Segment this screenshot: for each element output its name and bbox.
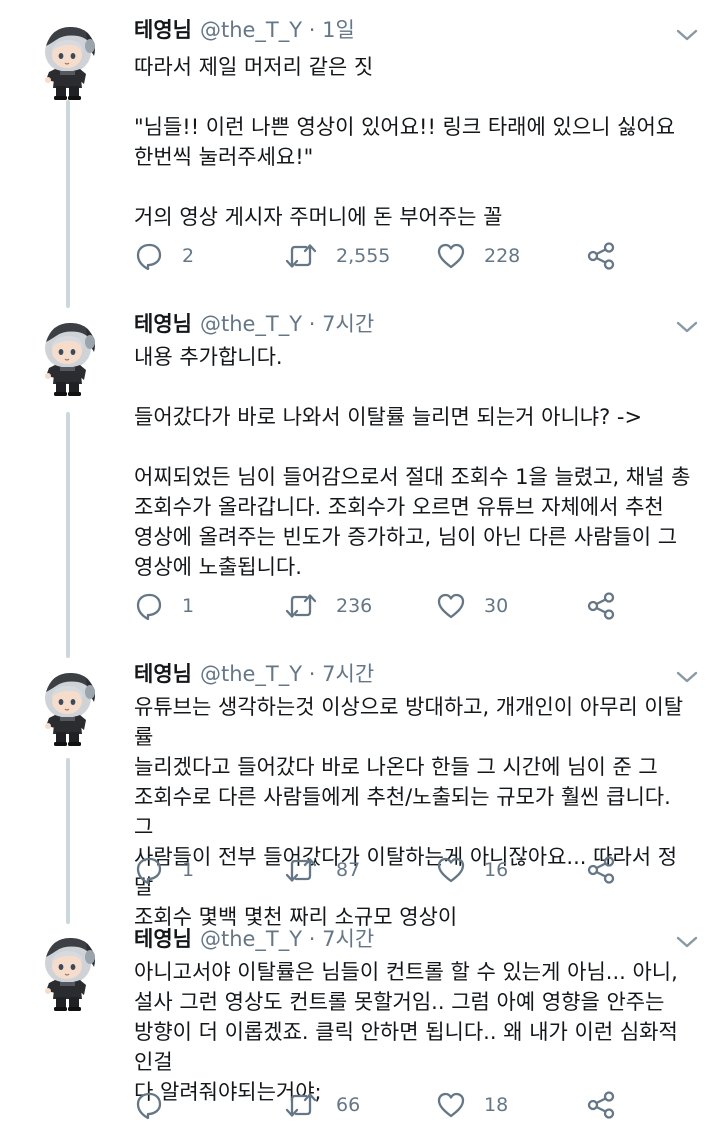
reply-count: 2 [182,245,195,267]
tweet-line: "님들!! 이런 나쁜 영상이 있어요!! 링크 타래에 있으니 싫어요 [134,115,676,139]
retweet-count: 2,555 [336,245,391,267]
reply-icon [134,591,164,621]
share-button[interactable] [586,1088,616,1122]
tweet-text: 내용 추가합니다. 들어갔다가 바로 나와서 이탈률 늘리면 되는거 아니냐? … [134,342,694,582]
reply-count: 1 [182,859,195,881]
heart-icon [436,241,466,271]
display-name[interactable]: 테영님 [134,18,192,42]
tweet-line: 영상에 올려주는 빈도가 증가하고, 님이 아닌 다른 사람들이 그 [134,525,678,549]
retweet-button[interactable]: 87 [284,853,360,887]
share-icon [586,855,616,885]
retweet-icon [284,241,318,271]
user-handle[interactable]: @the_T_Y [200,662,302,686]
chevron-down-icon[interactable] [676,320,698,334]
avatar[interactable] [38,22,100,102]
like-count: 30 [484,595,509,617]
tweet-line: 거의 영상 게시자 주머니에 돈 부어주는 꼴 [134,205,503,229]
like-count: 18 [484,1094,509,1116]
timestamp[interactable]: · 1일 [309,18,355,42]
tweet-line: 따라서 제일 머저리 같은 짓 [134,55,374,79]
retweet-count: 236 [336,595,373,617]
retweet-icon [284,591,318,621]
tweet[interactable]: 테영님 @the_T_Y · 7시간 내용 추가합니다. 들어갔다가 바로 나와서… [0,300,720,650]
tweet[interactable]: 테영님 @the_T_Y · 7시간 유튜브는 생각하는것 이상으로 방대하고, … [0,650,720,929]
share-button[interactable] [586,239,616,273]
reply-button[interactable] [134,1088,182,1122]
display-name[interactable]: 테영님 [134,927,192,951]
tweet-line: 조회수가 올라갑니다. 조회수가 오르면 유튜브 자체에서 추천 [134,495,664,519]
share-icon [586,1090,616,1120]
tweet-text: 따라서 제일 머저리 같은 짓 "님들!! 이런 나쁜 영상이 있어요!! 링크… [134,52,694,232]
tweet-line [134,432,694,462]
reply-count: 1 [182,595,195,617]
retweet-button[interactable]: 66 [284,1088,360,1122]
like-button[interactable]: 228 [436,239,520,273]
like-button[interactable]: 30 [436,589,508,623]
tweet-line: 아니고서야 이탈률은 님들이 컨트롤 할 수 있는게 아님... 아니, [134,960,678,984]
tweet-line: 어찌되었든 님이 들어감으로서 절대 조회수 1을 늘렸고, 채널 총 [134,465,691,489]
heart-icon [436,855,466,885]
like-button[interactable]: 16 [436,853,508,887]
chevron-down-icon[interactable] [676,935,698,949]
tweet-line: 내용 추가합니다. [134,345,283,369]
share-button[interactable] [586,589,616,623]
tweet-line: 유튜브는 생각하는것 이상으로 방대하고, 개개인이 아무리 이탈률 [134,695,684,749]
tweet-text: 아니고서야 이탈률은 님들이 컨트롤 할 수 있는게 아님... 아니, 설사 … [134,957,694,1107]
tweet-line: 영상에 노출됩니다. [134,555,302,579]
tweet-line [134,172,694,202]
reply-icon [134,855,164,885]
like-count: 16 [484,859,509,881]
reply-button[interactable]: 1 [134,589,194,623]
reply-icon [134,241,164,271]
retweet-icon [284,855,318,885]
tweet[interactable]: 테영님 @the_T_Y · 1일 따라서 제일 머저리 같은 짓 "님들!! 이… [0,0,720,300]
tweet-line: 들어갔다가 바로 나와서 이탈률 늘리면 되는거 아니냐? -> [134,405,643,429]
share-icon [586,591,616,621]
heart-icon [436,1090,466,1120]
retweet-button[interactable]: 2,555 [284,239,390,273]
tweet-line [134,372,694,402]
tweet-actions: 1 236 30 [134,589,694,623]
tweet-actions: 1 87 16 [134,853,694,887]
retweet-count: 66 [336,1094,361,1116]
tweet-line: 방향이 더 이롭겠죠. 클릭 안하면 됩니다.. 왜 내가 이런 심화적인걸 [134,1020,678,1074]
tweet-text: 유튜브는 생각하는것 이상으로 방대하고, 개개인이 아무리 이탈률 늘리겠다고… [134,692,694,932]
tweet-line: 한번씩 눌러주세요!" [134,145,314,169]
tweet-line [134,82,694,112]
timestamp[interactable]: · 7시간 [309,662,374,686]
avatar[interactable] [38,933,100,1013]
avatar[interactable] [38,318,100,398]
retweet-button[interactable]: 236 [284,589,372,623]
retweet-icon [284,1090,318,1120]
reply-button[interactable]: 2 [134,239,194,273]
tweet-line: 늘리겠다고 들어갔다 바로 나온다 한들 그 시간에 님이 준 그 [134,755,658,779]
user-handle[interactable]: @the_T_Y [200,18,302,42]
user-handle[interactable]: @the_T_Y [200,927,302,951]
display-name[interactable]: 테영님 [134,312,192,336]
tweet-actions: 2 2,555 228 [134,239,694,273]
display-name[interactable]: 테영님 [134,662,192,686]
tweet-actions: 66 18 [134,1088,694,1122]
chevron-down-icon[interactable] [676,670,698,684]
avatar[interactable] [38,668,100,748]
user-handle[interactable]: @the_T_Y [200,312,302,336]
timestamp[interactable]: · 7시간 [309,927,374,951]
like-button[interactable]: 18 [436,1088,508,1122]
like-count: 228 [484,245,521,267]
heart-icon [436,591,466,621]
tweet[interactable]: 테영님 @the_T_Y · 7시간 아니고서야 이탈률은 님들이 컨트롤 할 수… [0,915,720,1132]
retweet-count: 87 [336,859,361,881]
reply-button[interactable]: 1 [134,853,194,887]
timestamp[interactable]: · 7시간 [309,312,374,336]
tweet-line: 설사 그런 영상도 컨트롤 못할거임.. 그럼 아예 영향을 안주는 [134,990,665,1014]
share-icon [586,241,616,271]
share-button[interactable] [586,853,616,887]
chevron-down-icon[interactable] [676,28,698,42]
reply-icon [134,1090,164,1120]
tweet-line: 조회수로 다른 사람들에게 추천/노출되는 규모가 훨씬 큽니다. 그 [134,785,671,839]
